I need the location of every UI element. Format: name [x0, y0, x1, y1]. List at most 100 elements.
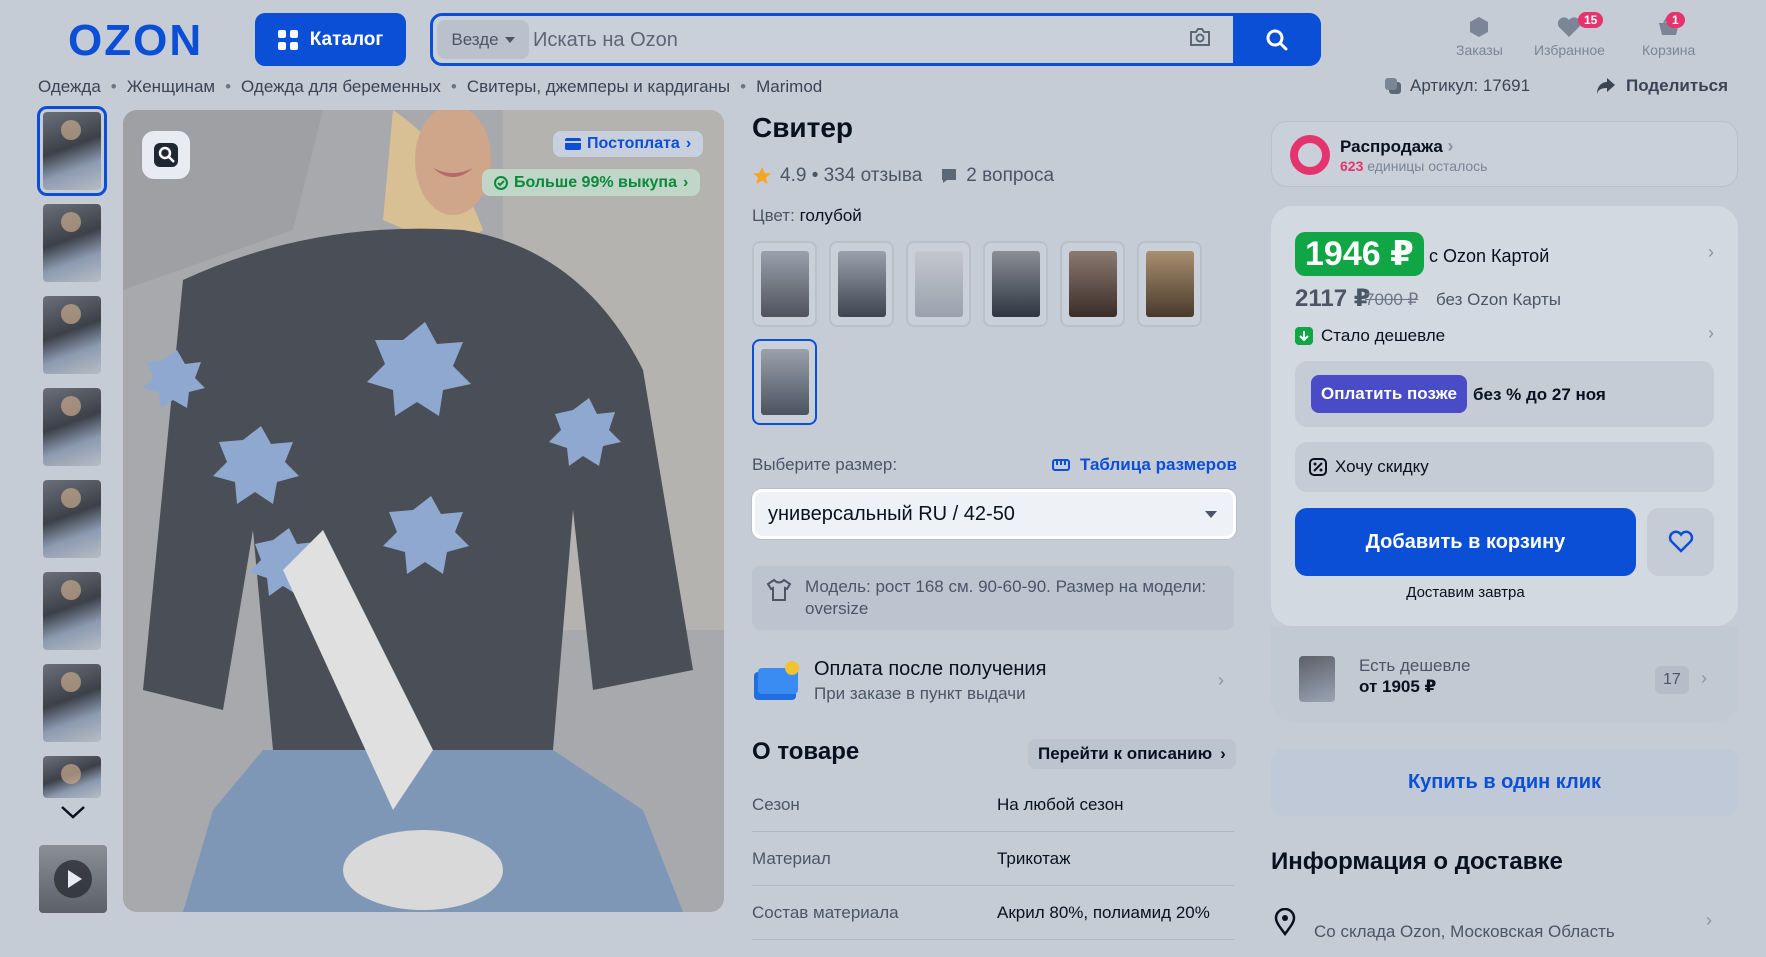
postpay-tag[interactable]: Постоплата › [553, 131, 704, 157]
search-scope-dropdown[interactable]: Везде [437, 20, 529, 59]
pay-later-button[interactable]: Оплатить позже [1311, 375, 1467, 413]
color-swatch[interactable] [1060, 241, 1125, 327]
product-main-image[interactable] [123, 110, 724, 912]
delivery-info-title: Информация о доставке [1271, 848, 1563, 875]
price-card: 1946 ₽ с Ozon Картой › 2117 ₽ 7000 ₽ без… [1271, 206, 1738, 626]
rating-text: 4.9 • 334 отзыва [780, 165, 923, 186]
sku-copy[interactable]: Артикул: 17691 [1384, 76, 1530, 96]
price-regular: 2117 ₽ [1295, 285, 1371, 312]
cart-link[interactable]: Корзина 1 [1642, 12, 1695, 58]
catalog-button[interactable]: Каталог [255, 13, 406, 66]
price-drop-row[interactable]: Стало дешевле [1295, 326, 1445, 346]
property-key: Сезон [752, 794, 800, 814]
chevron-right-icon: › [1701, 668, 1707, 688]
search-icon [1266, 29, 1288, 50]
color-swatch-selected[interactable] [752, 339, 817, 425]
color-swatch[interactable] [752, 241, 817, 327]
color-label: Цвет: голубой [752, 206, 862, 226]
video-thumb[interactable] [39, 845, 107, 913]
gallery-thumb[interactable] [43, 480, 101, 558]
gallery-thumb[interactable] [43, 756, 101, 798]
size-label: Выберите размер: [752, 455, 898, 474]
chevron-down-icon[interactable] [60, 805, 86, 819]
size-table-label: Таблица размеров [1080, 455, 1237, 474]
share-label: Поделиться [1626, 76, 1729, 95]
lens-search-button[interactable] [142, 131, 190, 179]
gallery-thumb[interactable] [43, 388, 101, 466]
color-swatch[interactable] [983, 241, 1048, 327]
gallery-thumbnails [37, 106, 107, 812]
search-input[interactable] [533, 22, 1093, 59]
share-icon [1597, 78, 1615, 94]
sale-rest: единицы осталось [1367, 158, 1488, 174]
search-button[interactable] [1233, 13, 1321, 66]
property-value: На любой сезон [997, 794, 1124, 814]
favorites-count-badge: 15 [1578, 12, 1604, 28]
play-icon [54, 860, 92, 898]
breadcrumb-item[interactable]: Свитеры, джемперы и кардиганы [467, 77, 730, 97]
orders-link[interactable]: Заказы [1456, 16, 1503, 58]
sale-remaining: 623 единицы осталось [1340, 158, 1487, 174]
gallery-thumb[interactable] [43, 296, 101, 374]
copy-icon [1385, 78, 1401, 94]
lens-search-icon [154, 143, 178, 167]
color-swatch[interactable] [829, 241, 894, 327]
chevron-right-icon[interactable]: › [1708, 242, 1714, 263]
rating-row[interactable]: 4.9 • 334 отзыва 2 вопроса [752, 165, 1054, 187]
chevron-right-icon[interactable]: › [1708, 323, 1714, 344]
buy-one-click-button[interactable]: Купить в один клик [1271, 749, 1738, 816]
gallery-thumb[interactable] [43, 664, 101, 742]
pay-after-title: Оплата после получения [814, 658, 1047, 680]
property-value: Акрил 80%, полиамид 20% [997, 902, 1210, 922]
color-swatch[interactable] [906, 241, 971, 327]
catalog-label: Каталог [309, 28, 384, 50]
favorites-label: Избранное [1534, 42, 1605, 58]
sale-title-text: Распродажа [1340, 137, 1443, 156]
sale-banner[interactable]: Распродажа › 623 единицы осталось [1271, 121, 1738, 187]
color-swatches [752, 241, 1222, 425]
chevron-right-icon: › [1220, 744, 1226, 763]
star-icon [753, 167, 771, 184]
breadcrumb-item[interactable]: Женщинам [127, 77, 215, 97]
breadcrumb-separator: • [110, 77, 117, 96]
caret-down-icon [1205, 510, 1217, 518]
cheaper-offers[interactable]: Есть дешевле от 1905 ₽ 17 › [1271, 626, 1738, 722]
add-to-cart-button[interactable]: Добавить в корзину [1295, 508, 1636, 576]
camera-icon[interactable] [1189, 28, 1211, 46]
size-select[interactable]: универсальный RU / 42-50 [752, 489, 1236, 539]
gallery-thumb[interactable] [43, 204, 101, 282]
favorites-link[interactable]: Избранное 15 [1534, 12, 1605, 58]
chevron-right-icon[interactable]: › [1706, 910, 1712, 931]
sale-logo-icon [1290, 135, 1330, 175]
heart-outline-icon [1668, 530, 1693, 553]
gallery-thumb[interactable] [43, 572, 101, 650]
want-discount-button[interactable]: Хочу скидку [1295, 442, 1714, 492]
discount-icon [1309, 458, 1327, 476]
color-swatch[interactable] [1137, 241, 1202, 327]
gallery-thumb[interactable] [37, 106, 107, 196]
pay-later-box: Оплатить позже без % до 27 ноя [1295, 361, 1714, 427]
breadcrumb-item[interactable]: Одежда [38, 77, 101, 97]
price-regular-label: без Ozon Карты [1436, 290, 1561, 309]
cheaper-offers-title: Есть дешевле [1359, 656, 1471, 675]
buyout-tag[interactable]: Больше 99% выкупа › [482, 169, 701, 196]
property-row: Сезон На любой сезон [752, 778, 1234, 832]
to-description-label: Перейти к описанию [1038, 744, 1213, 763]
breadcrumb-separator: • [450, 77, 457, 96]
orders-label: Заказы [1456, 42, 1503, 58]
breadcrumb-item[interactable]: Marimod [756, 77, 822, 97]
properties-list: Сезон На любой сезон Материал Трикотаж Сос… [752, 778, 1234, 940]
ozon-logo[interactable]: OZON [68, 16, 203, 66]
cheaper-offers-price: от 1905 ₽ [1359, 677, 1437, 696]
size-table-link[interactable]: Таблица размеров [1052, 455, 1237, 475]
favorite-button[interactable] [1647, 508, 1714, 576]
want-discount-label: Хочу скидку [1335, 457, 1429, 476]
share-button[interactable]: Поделиться [1596, 76, 1728, 96]
breadcrumb-item[interactable]: Одежда для беременных [241, 77, 441, 97]
to-description-button[interactable]: Перейти к описанию › [1028, 739, 1236, 769]
card-icon [565, 138, 581, 150]
check-circle-icon [494, 175, 508, 190]
chevron-right-icon: › [683, 173, 689, 191]
delivery-warehouse[interactable]: Со склада Ozon, Московская Область [1314, 922, 1615, 942]
search-bar: Везде [430, 13, 1321, 66]
